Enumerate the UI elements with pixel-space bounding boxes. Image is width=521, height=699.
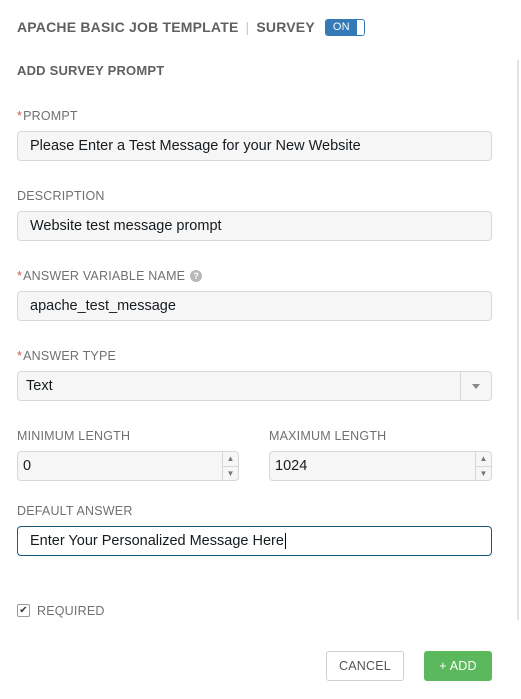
decrement-icon[interactable]: ▼ [223, 467, 238, 481]
variable-name-label-text: ANSWER VARIABLE NAME [23, 269, 186, 283]
min-length-value: 0 [23, 458, 32, 474]
answer-type-label: * ANSWER TYPE [17, 349, 116, 363]
increment-icon[interactable]: ▲ [476, 452, 491, 467]
checkmark-icon: ✔ [19, 604, 28, 616]
template-name: APACHE BASIC JOB TEMPLATE [17, 19, 239, 35]
default-answer-label-text: DEFAULT ANSWER [17, 504, 133, 518]
answer-type-value: Text [26, 378, 53, 394]
max-length-value: 1024 [275, 458, 308, 474]
description-label: DESCRIPTION [17, 189, 105, 203]
default-answer-input[interactable]: Enter Your Personalized Message Here [17, 526, 492, 556]
dropdown-toggle[interactable] [460, 372, 491, 400]
required-label[interactable]: REQUIRED [37, 604, 105, 618]
survey-enabled-toggle[interactable]: ON [324, 18, 365, 36]
add-button[interactable]: + ADD [424, 651, 492, 681]
prompt-input-value: Please Enter a Test Message for your New… [30, 138, 361, 154]
min-length-input[interactable]: 0 ▲ ▼ [17, 451, 239, 481]
variable-name-label: * ANSWER VARIABLE NAME ? [17, 269, 203, 283]
required-checkbox[interactable]: ✔ [17, 604, 30, 617]
max-length-stepper[interactable]: ▲ ▼ [475, 452, 491, 480]
decrement-icon[interactable]: ▼ [476, 467, 491, 481]
description-input[interactable]: Website test message prompt [17, 211, 492, 241]
description-input-value: Website test message prompt [30, 218, 222, 234]
header-separator: | [245, 19, 250, 35]
required-label-text: REQUIRED [37, 604, 105, 618]
max-length-label: MAXIMUM LENGTH [269, 429, 386, 443]
max-length-input[interactable]: 1024 ▲ ▼ [269, 451, 492, 481]
answer-type-label-text: ANSWER TYPE [23, 349, 117, 363]
required-marker: * [17, 269, 23, 283]
toggle-off-area [356, 19, 364, 35]
default-answer-value: Enter Your Personalized Message Here [30, 533, 284, 549]
chevron-down-icon [472, 383, 480, 389]
max-length-label-text: MAXIMUM LENGTH [269, 429, 387, 443]
survey-title: SURVEY [256, 19, 315, 35]
prompt-input[interactable]: Please Enter a Test Message for your New… [17, 131, 492, 161]
page-header: APACHE BASIC JOB TEMPLATE | SURVEY ON [17, 17, 365, 37]
answer-type-select[interactable]: Text [17, 371, 492, 401]
description-label-text: DESCRIPTION [17, 189, 105, 203]
variable-name-input[interactable]: apache_test_message [17, 291, 492, 321]
increment-icon[interactable]: ▲ [223, 452, 238, 467]
toggle-on-label: ON [325, 19, 357, 35]
cancel-button[interactable]: CANCEL [326, 651, 404, 681]
prompt-label: * PROMPT [17, 109, 78, 123]
min-length-label: MINIMUM LENGTH [17, 429, 130, 443]
text-cursor [284, 533, 286, 549]
help-icon[interactable]: ? [190, 270, 203, 282]
min-length-label-text: MINIMUM LENGTH [17, 429, 131, 443]
prompt-label-text: PROMPT [23, 109, 78, 123]
variable-name-input-value: apache_test_message [30, 298, 176, 314]
required-marker: * [17, 109, 23, 123]
form-title: ADD SURVEY PROMPT [17, 63, 165, 78]
required-marker: * [17, 349, 23, 363]
default-answer-label: DEFAULT ANSWER [17, 504, 133, 518]
scrollbar-edge[interactable] [517, 60, 519, 620]
min-length-stepper[interactable]: ▲ ▼ [222, 452, 238, 480]
